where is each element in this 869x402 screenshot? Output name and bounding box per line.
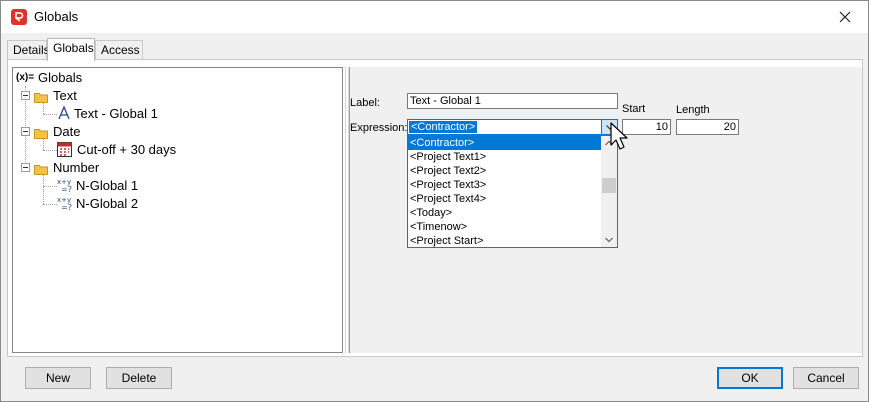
close-button[interactable] bbox=[822, 1, 868, 33]
tree-node-label: Text bbox=[53, 88, 77, 103]
start-caption: Start bbox=[622, 103, 646, 115]
tree-line bbox=[43, 114, 57, 115]
tab-details[interactable]: Details bbox=[7, 40, 50, 60]
scroll-down-icon[interactable] bbox=[604, 236, 614, 244]
new-button[interactable]: New bbox=[25, 367, 91, 389]
dropdown-option[interactable]: <Project Text4> bbox=[408, 192, 603, 206]
expression-combobox[interactable]: <Contractor> bbox=[407, 119, 618, 135]
title-bar: Globals bbox=[1, 1, 868, 33]
number-formula-icon: x+y =? bbox=[57, 195, 73, 217]
tree-line bbox=[43, 150, 57, 151]
expression-value: <Contractor> bbox=[409, 121, 478, 133]
dropdown-option[interactable]: <Project Start> bbox=[408, 234, 603, 248]
svg-text:=?: =? bbox=[61, 203, 72, 212]
dropdown-option[interactable]: <Contractor> bbox=[408, 136, 603, 150]
tab-globals[interactable]: Globals bbox=[47, 38, 95, 61]
length-field[interactable]: 20 bbox=[676, 119, 739, 135]
scrollbar-thumb[interactable] bbox=[602, 178, 616, 193]
dialog-window: Globals Details Globals Access (x)= Glob… bbox=[0, 0, 869, 402]
collapse-toggle[interactable] bbox=[21, 91, 30, 100]
expression-caption: Expression: bbox=[350, 122, 408, 134]
variable-icon: (x)= bbox=[16, 72, 35, 83]
dropdown-option[interactable]: <Project Text3> bbox=[408, 178, 603, 192]
cancel-button[interactable]: Cancel bbox=[793, 367, 859, 389]
collapse-toggle[interactable] bbox=[21, 163, 30, 172]
dropdown-option[interactable]: <Timenow> bbox=[408, 220, 603, 234]
tab-access[interactable]: Access bbox=[95, 40, 143, 60]
label-field[interactable]: Text - Global 1 bbox=[407, 93, 618, 109]
label-caption: Label: bbox=[350, 97, 380, 109]
dropdown-option[interactable]: <Today> bbox=[408, 206, 603, 220]
folder-icon bbox=[34, 126, 48, 144]
delete-button[interactable]: Delete bbox=[106, 367, 172, 389]
tree-node-label: Date bbox=[53, 124, 81, 139]
dropdown-option[interactable]: <Project Text2> bbox=[408, 164, 603, 178]
tree-node-label: Text - Global 1 bbox=[74, 106, 158, 121]
close-icon bbox=[839, 11, 851, 23]
expression-dropdown-list[interactable]: <Contractor> <Project Text1> <Project Te… bbox=[407, 135, 618, 248]
dropdown-option[interactable]: <Project Text1> bbox=[408, 150, 603, 164]
globals-tree[interactable]: (x)= Globals Text Text - Global 1 Date C… bbox=[12, 67, 343, 353]
tree-node-label: Cut-off + 30 days bbox=[77, 142, 177, 157]
window-title: Globals bbox=[34, 9, 79, 24]
tree-line bbox=[43, 204, 57, 205]
dropdown-scrollbar[interactable] bbox=[601, 136, 617, 247]
ok-button[interactable]: OK bbox=[717, 367, 783, 389]
mouse-cursor-icon bbox=[610, 122, 628, 150]
svg-text:=?: =? bbox=[61, 185, 72, 194]
tree-node-label: N-Global 1 bbox=[76, 178, 139, 193]
folder-icon bbox=[34, 162, 48, 180]
collapse-toggle[interactable] bbox=[21, 127, 30, 136]
length-caption: Length bbox=[676, 104, 710, 116]
tree-line bbox=[43, 186, 57, 187]
folder-icon bbox=[34, 90, 48, 108]
tree-node-label: Number bbox=[53, 160, 100, 175]
tree-node-label: Globals bbox=[38, 70, 83, 85]
app-logo-icon bbox=[11, 9, 27, 25]
tree-node-label: N-Global 2 bbox=[76, 196, 139, 211]
